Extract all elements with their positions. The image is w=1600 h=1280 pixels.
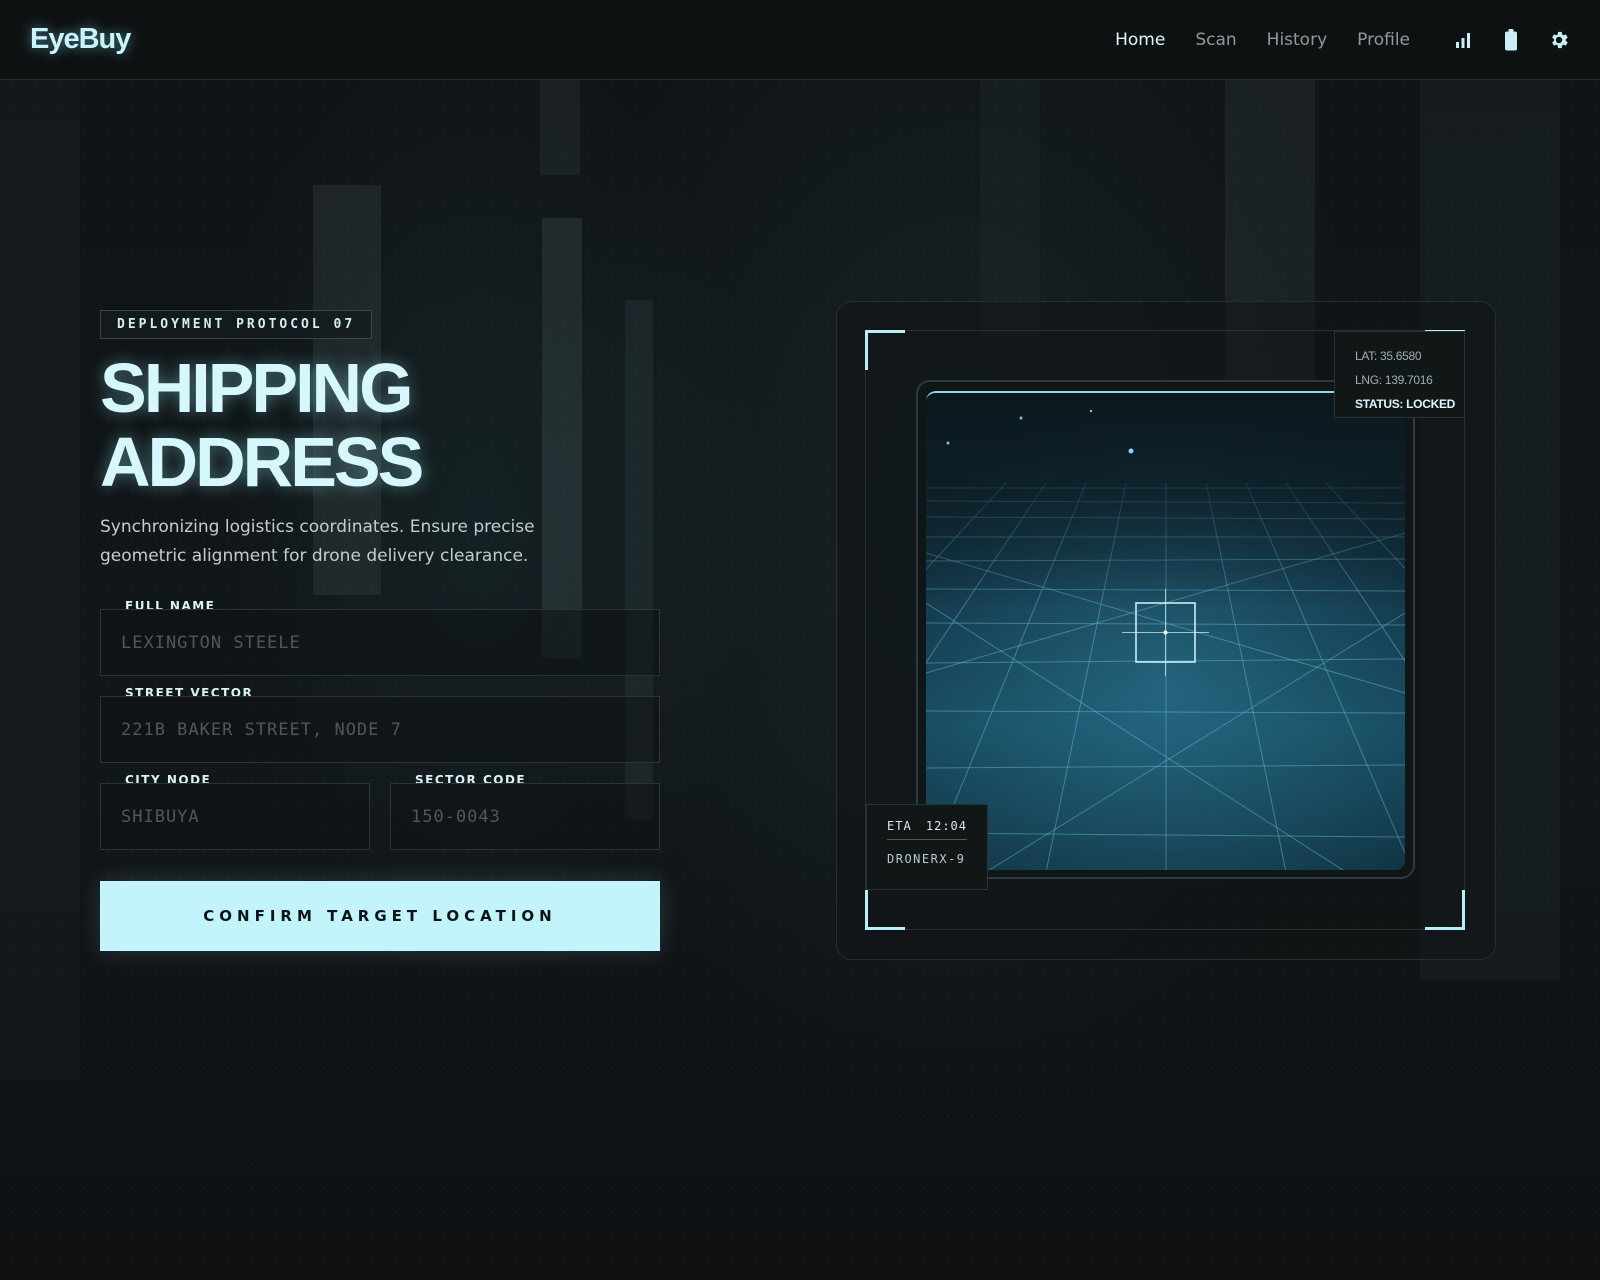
frame-corner-bottom-right (1425, 890, 1465, 930)
shipping-form: DEPLOYMENT PROTOCOL 07 SHIPPING ADDRESS … (100, 310, 660, 951)
coordinates-readout: LAT: 35.6580 LNG: 139.7016 STATUS: LOCKE… (1334, 331, 1465, 418)
eta-readout: ETA 12:04 DRONERX-9 (866, 804, 988, 890)
confirm-target-location-button[interactable]: CONFIRM TARGET LOCATION (100, 881, 660, 951)
full-name-input[interactable] (121, 632, 639, 653)
full-name-field[interactable] (100, 609, 660, 676)
battery-icon[interactable] (1500, 28, 1522, 51)
latitude-text: LAT: 35.6580 (1355, 349, 1422, 363)
lock-status-text: STATUS: LOCKED (1355, 397, 1456, 411)
city-node-field[interactable] (100, 783, 370, 850)
background-sign (540, 80, 580, 175)
background-building (0, 80, 80, 1080)
frame-corner-top-left (865, 330, 905, 370)
top-navbar: EyeBuy Home Scan History Profile (0, 0, 1600, 80)
nav-link-history[interactable]: History (1267, 30, 1327, 50)
form-fields: FULL NAME STREET VECTOR CITY NODE SECTOR… (100, 310, 660, 970)
nav-icons (1452, 28, 1570, 51)
longitude-text: LNG: 139.7016 (1355, 373, 1433, 387)
eta-value: 12:04 (925, 819, 967, 833)
drone-id: DRONERX-9 (887, 852, 966, 866)
eta-label: ETA (887, 819, 912, 833)
sector-code-input[interactable] (411, 806, 639, 827)
gear-icon[interactable] (1548, 29, 1570, 51)
street-vector-field[interactable] (100, 696, 660, 763)
nav-link-scan[interactable]: Scan (1195, 30, 1236, 50)
logo[interactable]: EyeBuy (30, 23, 131, 56)
nav-right: Home Scan History Profile (1115, 28, 1570, 51)
eta-row: ETA 12:04 (887, 819, 967, 840)
signal-bars-icon[interactable] (1452, 29, 1474, 51)
nav-link-profile[interactable]: Profile (1357, 30, 1410, 50)
scanner-viewport[interactable] (926, 391, 1405, 870)
crosshair-icon (1122, 589, 1209, 676)
sector-code-field[interactable] (390, 783, 660, 850)
city-node-input[interactable] (121, 806, 349, 827)
street-vector-input[interactable] (121, 719, 639, 740)
nav-links: Home Scan History Profile (1115, 30, 1410, 50)
nav-link-home[interactable]: Home (1115, 30, 1165, 50)
frame-corner-bottom-left (865, 890, 905, 930)
